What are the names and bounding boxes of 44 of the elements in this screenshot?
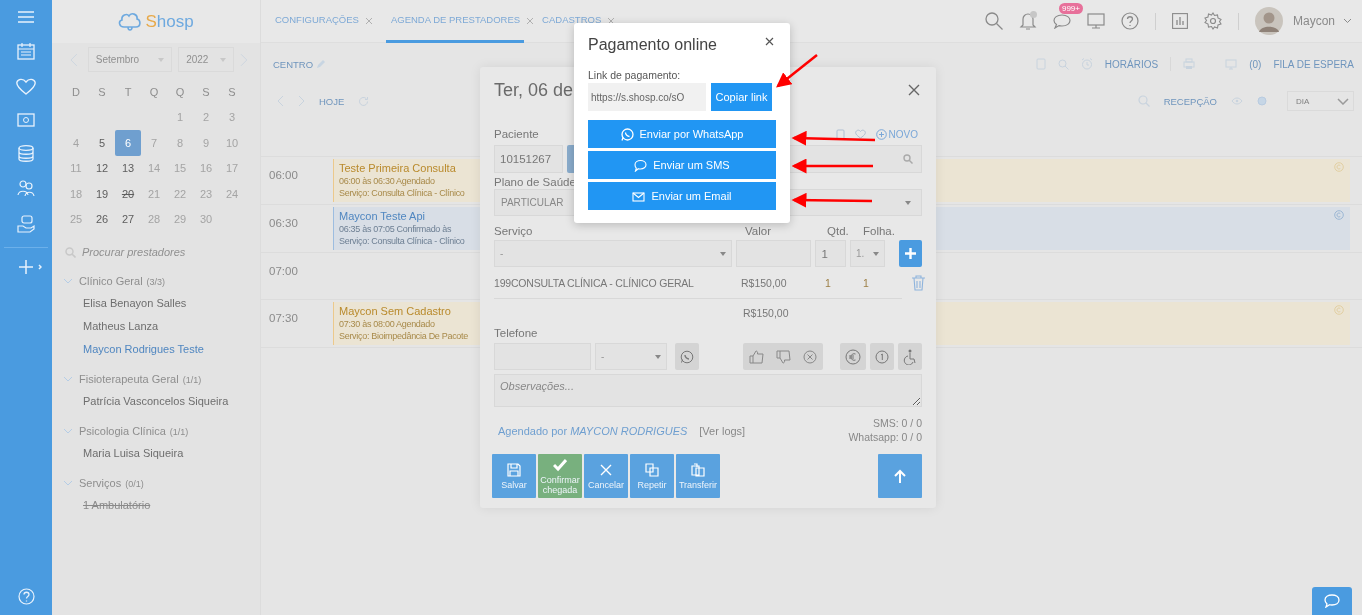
service-item: 199CONSULTA CLÍNICA - CLÍNICO GERAL xyxy=(494,277,695,289)
group-count: (1/1) xyxy=(182,375,202,385)
appointment-time: 07:30 às 08:00 Agendado xyxy=(339,318,436,330)
appointment-time: 06:00 às 06:30 Agendado xyxy=(339,175,436,187)
quantity-label: Qtd. xyxy=(827,225,850,237)
dialog-title: Pagamento online xyxy=(588,36,717,54)
appointment-time: 06:35 às 07:05 Confirmado às xyxy=(339,223,453,235)
time-label: 07:30 xyxy=(268,311,299,326)
group-count: (0/1) xyxy=(125,479,144,489)
weekday-label: S xyxy=(201,84,211,100)
item-value: R$150,00 xyxy=(741,277,788,289)
queue-count: (0) xyxy=(1249,58,1262,70)
appointment-title: Maycon Sem Cadastro xyxy=(339,305,452,318)
item-sheet: 1 xyxy=(862,277,870,289)
sheet-label: Folha. xyxy=(863,225,896,237)
weekday-label: S xyxy=(227,84,237,100)
weekday-label: Q xyxy=(148,84,160,100)
health-plan-label: Plano de Saúde xyxy=(494,176,577,188)
item-quantity: 1 xyxy=(824,277,832,289)
total-value: R$150,00 xyxy=(743,307,789,319)
appointment-title: Teste Primeira Consulta xyxy=(339,162,457,175)
time-label: 07:00 xyxy=(268,264,299,279)
whatsapp-count: Whatsapp: 0 / 0 xyxy=(848,431,922,443)
appointment-service: Serviço: Consulta Clínica - Clínico xyxy=(339,187,465,199)
appointment-service: Serviço: Consulta Clínica - Clínico xyxy=(339,235,465,247)
patient-label: Paciente xyxy=(494,128,539,140)
appointment-title: Maycon Teste Api xyxy=(339,210,426,223)
appointment-service: Serviço: Bioimpedância De Pacote xyxy=(339,330,468,342)
group-count: (1/1) xyxy=(169,427,189,437)
dialog-title: Ter, 06 de xyxy=(494,79,574,101)
weekday-label: Q xyxy=(174,84,186,100)
weekday-label: T xyxy=(123,84,133,100)
time-label: 06:30 xyxy=(268,216,299,231)
scheduled-by-text: Agendado por MAYCON RODRIGUES xyxy=(498,425,688,437)
group-count: (3/3) xyxy=(146,277,166,287)
weekday-label: S xyxy=(97,84,107,100)
phone-label: Telefone xyxy=(494,327,539,339)
value-label: Valor xyxy=(745,225,772,237)
time-label: 06:00 xyxy=(268,168,299,183)
message-count-badge: 999+ xyxy=(1058,3,1083,14)
weekday-label: D xyxy=(71,84,81,100)
service-label: Serviço xyxy=(494,225,534,237)
payment-link-label: Link de pagamento: xyxy=(588,69,682,81)
sms-count: SMS: 0 / 0 xyxy=(872,417,922,429)
